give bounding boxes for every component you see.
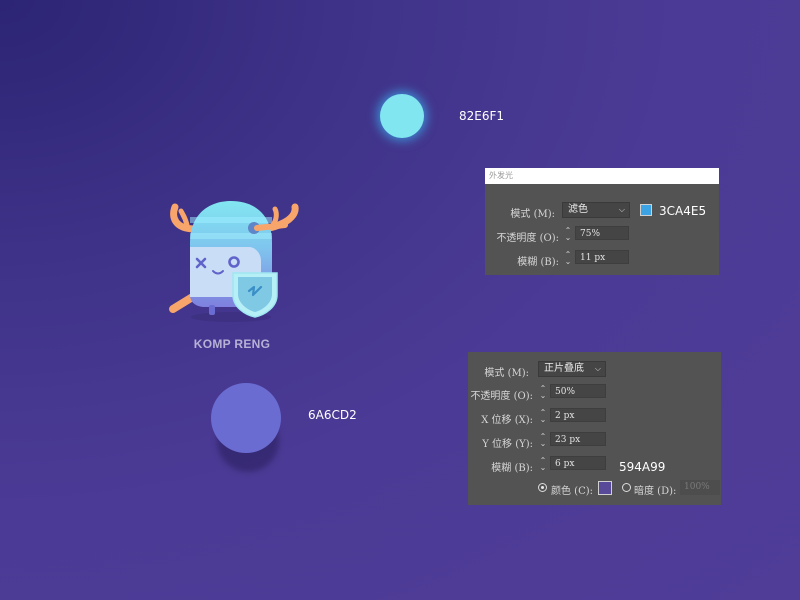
darkness-option-label: 暗度 (D): xyxy=(634,486,677,497)
glow-mode-value: 滤色 xyxy=(568,204,588,215)
glow-color-hex: 3CA4E5 xyxy=(659,204,707,218)
darkness-input[interactable]: 100% xyxy=(680,480,720,495)
shadow-x-offset-label: X 位移 (X): xyxy=(481,415,533,426)
shadow-y-offset-label: Y 位移 (Y): xyxy=(482,439,533,450)
shadow-opacity-value: 50% xyxy=(555,387,576,397)
shadow-color-hex: 594A99 xyxy=(619,460,666,474)
spinner-icon[interactable]: ⌃ ⌄ xyxy=(537,457,549,472)
shadow-blur-input[interactable]: ⌃ ⌄ 6 px xyxy=(540,456,606,472)
spinner-icon[interactable]: ⌃ ⌄ xyxy=(537,409,549,424)
spinner-icon[interactable]: ⌃ ⌄ xyxy=(537,385,549,400)
glow-color-swatch[interactable] xyxy=(640,204,652,216)
shadow-y-offset-value: 23 px xyxy=(555,435,581,445)
shadow-x-offset-value: 2 px xyxy=(555,411,575,421)
shadow-hex-label: 6A6CD2 xyxy=(308,408,357,422)
glow-opacity-value: 75% xyxy=(580,229,601,239)
shadow-x-offset-input[interactable]: ⌃ ⌄ 2 px xyxy=(540,408,606,424)
glow-mode-label: 模式 (M): xyxy=(510,209,555,220)
mascot-illustration xyxy=(169,201,299,322)
color-option-label: 颜色 (C): xyxy=(551,486,594,497)
glow-opacity-label: 不透明度 (O): xyxy=(496,233,559,244)
glow-mode-select[interactable]: 滤色 ⌵ xyxy=(562,202,630,218)
brand-name: KOMP RENG xyxy=(193,337,271,351)
shadow-blur-label: 模糊 (B): xyxy=(491,463,533,474)
chevron-down-icon: ⌵ xyxy=(618,205,625,214)
color-radio[interactable] xyxy=(538,483,547,492)
outer-glow-panel: 外发光 模式 (M): 滤色 ⌵ 3CA4E5 不透明度 (O): ⌃ ⌄ 75%… xyxy=(485,168,719,275)
shadow-mode-value: 正片叠底 xyxy=(544,363,584,374)
spinner-icon[interactable]: ⌃ ⌄ xyxy=(562,251,574,266)
glow-opacity-input[interactable]: ⌃ ⌄ 75% xyxy=(565,226,629,242)
shadow-y-offset-input[interactable]: ⌃ ⌄ 23 px xyxy=(540,432,606,448)
glow-sample-circle xyxy=(380,94,424,138)
shadow-opacity-label: 不透明度 (O): xyxy=(470,391,533,402)
glow-blur-value: 11 px xyxy=(580,253,606,263)
drop-shadow-panel: 模式 (M): 正片叠底 ⌵ 不透明度 (O): ⌃ ⌄ 50% X 位移 (X)… xyxy=(468,352,721,505)
spinner-icon[interactable]: ⌃ ⌄ xyxy=(537,433,549,448)
glow-blur-label: 模糊 (B): xyxy=(517,257,559,268)
shadow-blur-value: 6 px xyxy=(555,459,575,469)
spinner-icon[interactable]: ⌃ ⌄ xyxy=(562,227,574,242)
glow-blur-input[interactable]: ⌃ ⌄ 11 px xyxy=(565,250,629,266)
outer-glow-panel-title: 外发光 xyxy=(485,168,719,184)
shadow-mode-select[interactable]: 正片叠底 ⌵ xyxy=(538,361,606,377)
chevron-down-icon: ⌵ xyxy=(594,364,601,373)
glow-hex-label: 82E6F1 xyxy=(459,109,505,123)
shadow-sample-circle xyxy=(211,383,281,453)
shadow-mode-label: 模式 (M): xyxy=(484,368,529,379)
shadow-opacity-input[interactable]: ⌃ ⌄ 50% xyxy=(540,384,606,400)
darkness-radio[interactable] xyxy=(622,483,631,492)
shadow-color-swatch[interactable] xyxy=(598,481,612,495)
